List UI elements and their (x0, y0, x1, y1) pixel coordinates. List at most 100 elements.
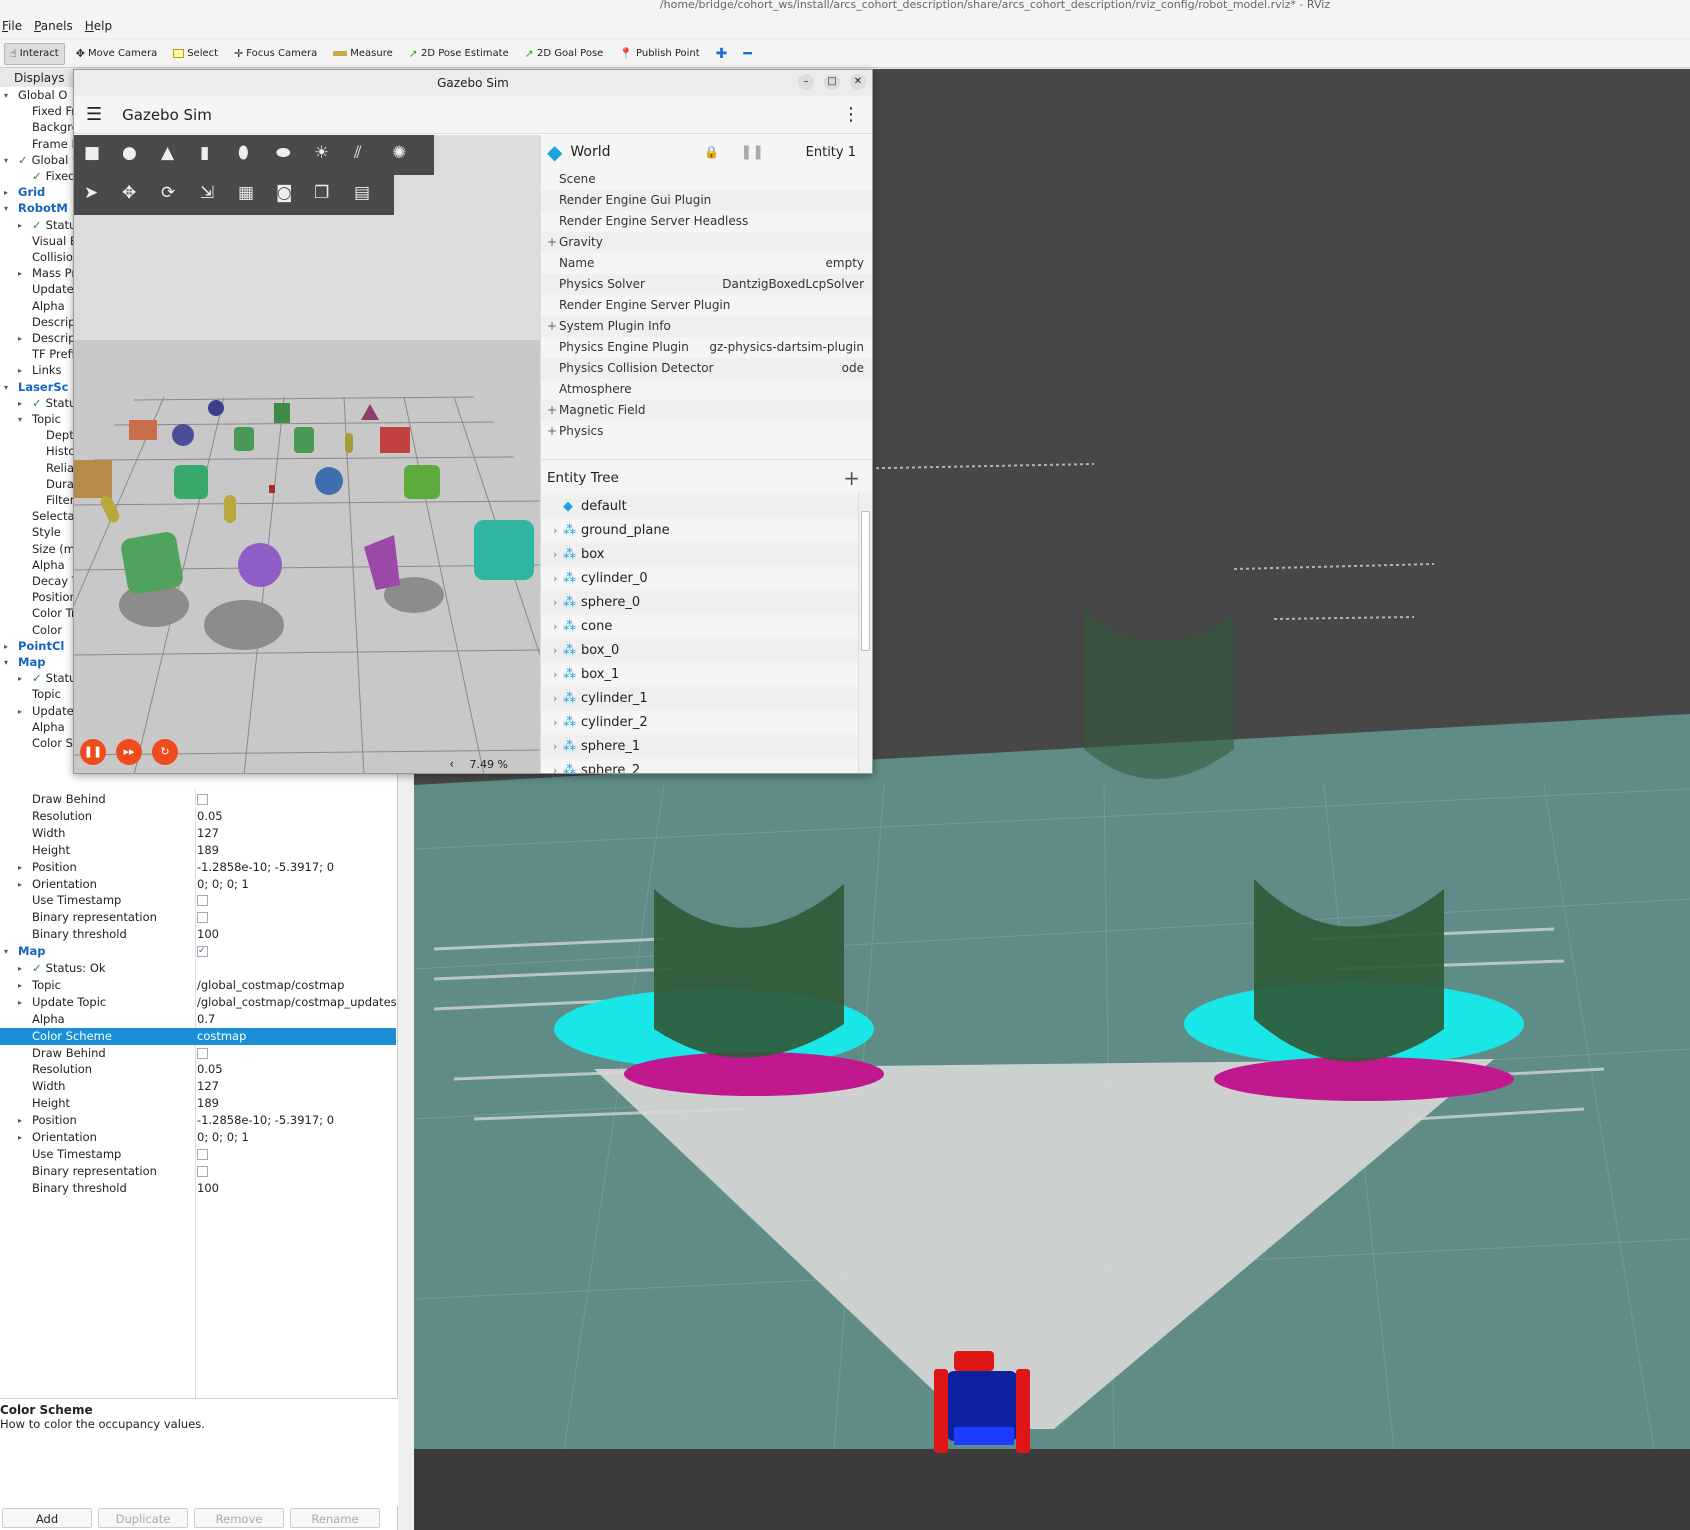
display-row-value[interactable] (197, 892, 208, 909)
property-row[interactable]: + Gravity (541, 232, 872, 253)
display-row-value[interactable]: /global_costmap/costmap_updates (197, 994, 397, 1011)
chevron-down-icon[interactable]: ▾ (18, 411, 22, 428)
cone-shape-icon[interactable]: ▲ (161, 143, 174, 163)
display-tree-row[interactable]: ▸ Orientation 0; 0; 0; 1 (0, 1129, 396, 1146)
measure-tool[interactable]: Measure (328, 43, 398, 65)
display-row-value[interactable]: -1.2858e-10; -5.3917; 0 (197, 1112, 334, 1129)
display-row-value[interactable]: 0.05 (197, 808, 223, 825)
chevron-right-icon[interactable]: ▸ (18, 1112, 22, 1129)
maximize-icon[interactable]: □ (824, 74, 840, 90)
chevron-right-icon[interactable]: › (553, 543, 557, 567)
lock-icon[interactable]: 🔒 (704, 145, 719, 159)
display-tree-row[interactable]: Binary threshold 100 (0, 926, 396, 943)
chevron-down-icon[interactable]: ▾ (4, 943, 8, 960)
chevron-down-icon[interactable]: ▾ (4, 87, 8, 104)
chevron-right-icon[interactable]: › (553, 591, 557, 615)
chevron-right-icon[interactable]: ▸ (18, 1129, 22, 1146)
minimize-icon[interactable]: – (798, 74, 814, 90)
entity-tree-item[interactable]: ◆ default (541, 495, 858, 519)
step-icon[interactable]: ▸▸ (116, 739, 142, 765)
publish-point-tool[interactable]: 📍 Publish Point (614, 43, 704, 65)
property-row[interactable]: Physics Collision Detector ode (541, 358, 872, 379)
display-tree-row[interactable]: Color Scheme costmap (0, 1027, 396, 1045)
display-row-value[interactable]: 100 (197, 1180, 219, 1197)
expand-plus-icon[interactable]: + (547, 316, 557, 337)
property-row[interactable]: Render Engine Server Plugin (541, 295, 872, 316)
entity-tree-item[interactable]: › ⁂ sphere_0 (541, 591, 858, 615)
checkmark-icon[interactable]: ✓ (32, 218, 42, 232)
spot-light-icon[interactable]: ✺ (392, 143, 406, 163)
entity-tree-item[interactable]: › ⁂ ground_plane (541, 519, 858, 543)
display-tree-row[interactable]: ▸ Position -1.2858e-10; -5.3917; 0 (0, 1112, 396, 1129)
entity-tree-item[interactable]: › ⁂ cylinder_1 (541, 687, 858, 711)
chevron-right-icon[interactable]: › (553, 639, 557, 663)
chevron-right-icon[interactable]: › (553, 519, 557, 543)
display-tree-row[interactable]: Width 127 (0, 825, 396, 842)
menu-panels[interactable]: Panels (34, 19, 73, 33)
grid-icon[interactable]: ▦ (238, 183, 254, 203)
display-row-value[interactable]: -1.2858e-10; -5.3917; 0 (197, 859, 334, 876)
chevron-right-icon[interactable]: › (553, 567, 557, 591)
display-row-value[interactable] (197, 1163, 208, 1180)
display-row-value[interactable]: 189 (197, 842, 219, 859)
menu-file[interactable]: File (2, 19, 22, 33)
display-row-value[interactable]: 0; 0; 0; 1 (197, 876, 249, 893)
capsule-shape-icon[interactable]: ⬮ (238, 143, 249, 163)
display-tree-row[interactable]: ▸ Topic/global_costmap/costmap (0, 977, 396, 994)
select-tool[interactable]: Select (168, 43, 223, 65)
interact-tool[interactable]: ☝ Interact (4, 42, 65, 65)
entity-tree-item[interactable]: › ⁂ sphere_1 (541, 735, 858, 759)
checkbox[interactable] (197, 895, 208, 907)
remove-tool-button[interactable]: ━ (738, 43, 756, 65)
snap-icon[interactable]: ⇲ (200, 183, 214, 203)
display-tree-row[interactable]: Resolution 0.05 (0, 1061, 396, 1078)
pause-icon[interactable]: ❚❚ (741, 144, 764, 160)
chevron-right-icon[interactable]: ▸ (18, 977, 22, 994)
property-row[interactable]: Scene (541, 169, 872, 190)
directional-light-icon[interactable]: ⫽ (354, 143, 362, 163)
checkmark-icon[interactable]: ✓ (18, 153, 28, 167)
property-row[interactable]: Render Engine Server Headless (541, 211, 872, 232)
chevron-down-icon[interactable]: ▾ (4, 654, 8, 671)
close-icon[interactable]: ✕ (850, 74, 866, 90)
chevron-right-icon[interactable]: ▸ (18, 703, 22, 720)
chevron-right-icon[interactable]: ▸ (4, 638, 8, 655)
checkbox[interactable] (197, 1148, 208, 1160)
gazebo-3d-scene[interactable]: ■ ● ▲ ▮ ⬮ ⬬ ☀ ⫽ ✺ ➤ ✥ ⟳ ⇲ ▦ ◙ ❐ ▤ ❚❚ ▸▸ … (74, 135, 540, 773)
chevron-right-icon[interactable]: ▸ (18, 362, 22, 379)
box-shape-icon[interactable]: ■ (84, 143, 100, 163)
property-row[interactable]: Physics Engine Plugin gz-physics-dartsim-… (541, 337, 872, 358)
checkbox[interactable] (197, 1165, 208, 1177)
chevron-down-icon[interactable]: ▾ (4, 152, 8, 169)
chevron-right-icon[interactable]: ▸ (18, 994, 22, 1011)
chevron-right-icon[interactable]: ▸ (18, 217, 22, 234)
entity-tree-item[interactable]: › ⁂ box_1 (541, 663, 858, 687)
property-row[interactable]: Name empty (541, 253, 872, 274)
display-row-value[interactable] (197, 1146, 208, 1163)
display-row-value[interactable]: 189 (197, 1095, 219, 1112)
display-tree-row[interactable]: Resolution 0.05 (0, 808, 396, 825)
property-row[interactable]: Atmosphere (541, 379, 872, 400)
display-row-value[interactable]: ✓ (197, 943, 208, 960)
expand-plus-icon[interactable]: + (547, 421, 557, 442)
pose-estimate-tool[interactable]: ➚ 2D Pose Estimate (404, 43, 514, 65)
chevron-right-icon[interactable]: › (553, 687, 557, 711)
sun-light-icon[interactable]: ☀ (314, 143, 329, 163)
display-tree-row[interactable]: Binary representation (0, 909, 396, 926)
checkbox[interactable] (197, 794, 208, 805)
chevron-right-icon[interactable]: ▸ (18, 395, 22, 412)
entity-tree-item[interactable]: › ⁂ cone (541, 615, 858, 639)
reset-icon[interactable]: ↻ (152, 739, 178, 765)
camera-icon[interactable]: ◙ (276, 183, 293, 203)
chevron-right-icon[interactable]: ▸ (18, 960, 22, 977)
display-row-value[interactable]: /global_costmap/costmap (197, 977, 344, 994)
sphere-shape-icon[interactable]: ● (122, 143, 137, 163)
chevron-right-icon[interactable]: › (553, 711, 557, 735)
chevron-right-icon[interactable]: › (553, 615, 557, 639)
pause-icon[interactable]: ❚❚ (80, 739, 106, 765)
display-row-value[interactable] (197, 1045, 208, 1062)
entity-tree-item[interactable]: › ⁂ cylinder_0 (541, 567, 858, 591)
remove-button[interactable]: Remove (194, 1508, 284, 1528)
goal-pose-tool[interactable]: ➚ 2D Goal Pose (520, 43, 609, 65)
chevron-right-icon[interactable]: › (553, 735, 557, 759)
